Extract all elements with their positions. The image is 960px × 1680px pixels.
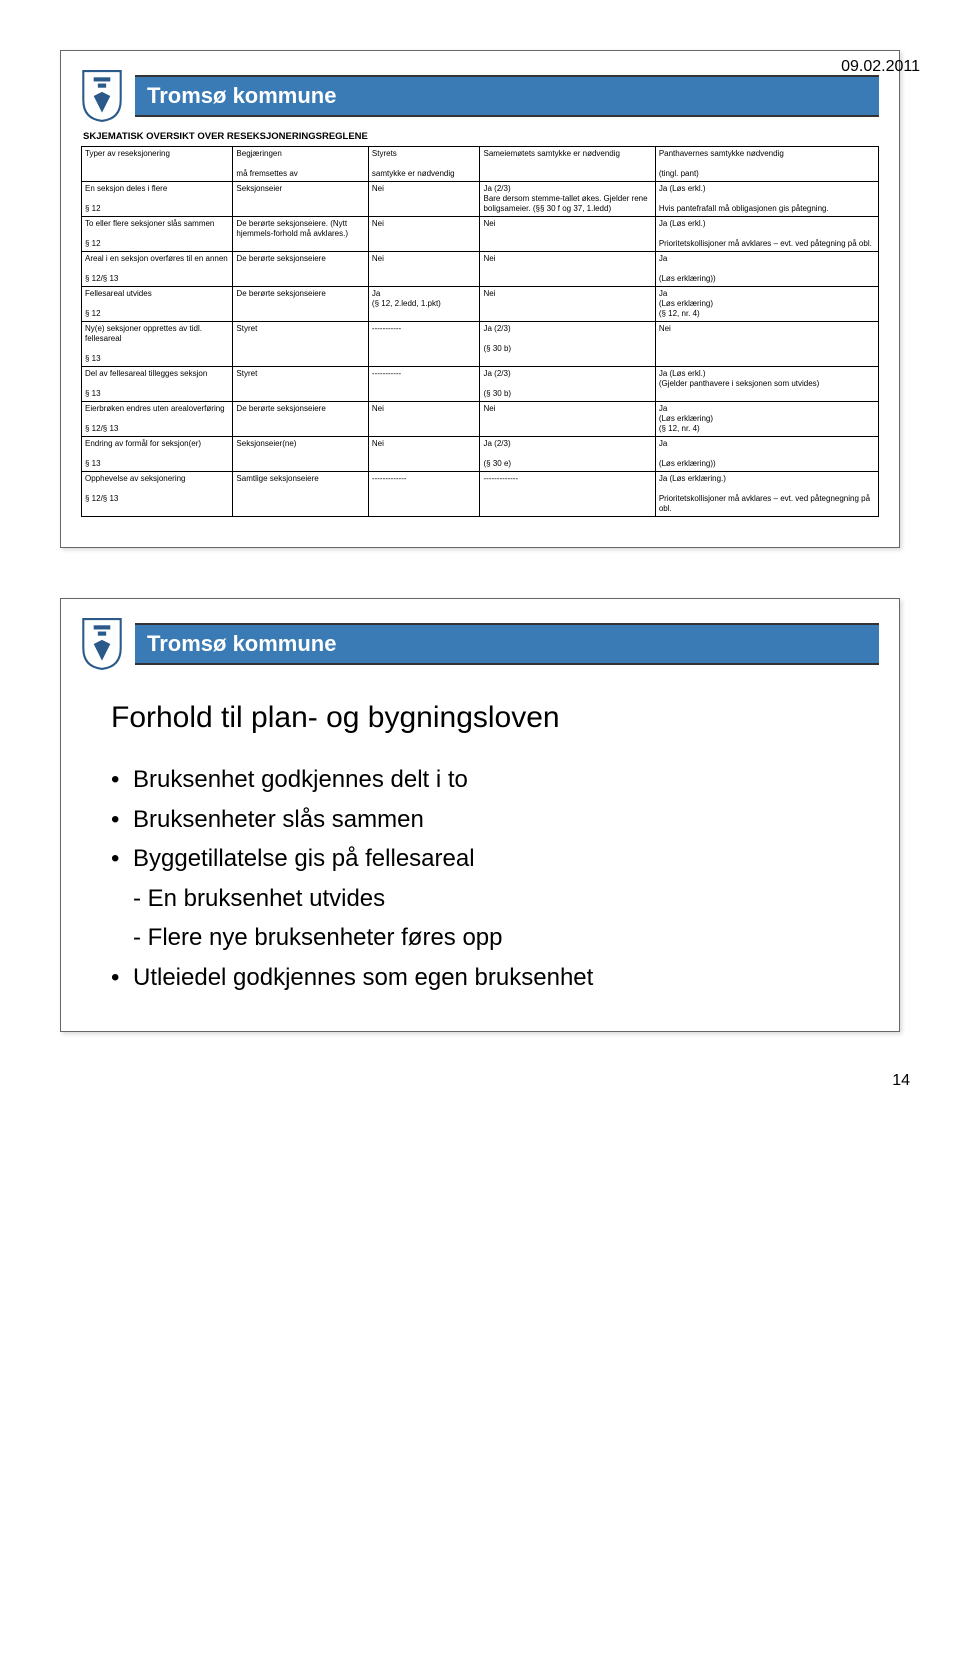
bullet-item: Utleiedel godkjennes som egen bruksenhet	[111, 961, 879, 995]
table-cell: Ja (Løs erkl.) Prioritetskollisjoner må …	[655, 217, 878, 252]
kommune-name: Tromsø kommune	[135, 75, 879, 117]
table-cell: Seksjonseier	[233, 182, 368, 217]
header-cell: Begjæringen må fremsettes av	[233, 147, 368, 182]
table-row: Ny(e) seksjoner opprettes av tidl. felle…	[82, 322, 879, 367]
shield-icon	[81, 617, 123, 671]
bullet-item: Bruksenheter slås sammen	[111, 803, 879, 837]
table-cell: Styret	[233, 322, 368, 367]
table-row: Areal i en seksjon overføres til en anne…	[82, 252, 879, 287]
table-cell: Nei	[480, 252, 655, 287]
table-cell: Nei	[368, 217, 480, 252]
bullet-item: Bruksenhet godkjennes delt i to	[111, 763, 879, 797]
table-cell: Nei	[655, 322, 878, 367]
table-row: Del av fellesareal tillegges seksjon § 1…	[82, 367, 879, 402]
table-cell: Nei	[368, 437, 480, 472]
header-cell: Typer av reseksjonering	[82, 147, 233, 182]
table-cell: Ja (Løs erkl.) Hvis pantefrafall må obli…	[655, 182, 878, 217]
page-number: 14	[0, 1072, 910, 1090]
table-cell: Nei	[368, 182, 480, 217]
reseksjon-table: Typer av reseksjonering Begjæringen må f…	[81, 146, 879, 517]
table-cell: Nei	[480, 217, 655, 252]
bullet-item: Byggetillatelse gis på fellesareal	[111, 842, 879, 876]
sub-item: - Flere nye bruksenheter føres opp	[133, 921, 879, 955]
kommune-name: Tromsø kommune	[135, 623, 879, 665]
table-cell: Nei	[480, 287, 655, 322]
table-cell: De berørte seksjonseiere	[233, 252, 368, 287]
bullet-list: Bruksenhet godkjennes delt i to Bruksenh…	[111, 763, 879, 876]
table-cell: Nei	[480, 402, 655, 437]
table-cell: -------------	[480, 472, 655, 517]
header-cell: Styrets samtykke er nødvendig	[368, 147, 480, 182]
slide2-title: Forhold til plan- og bygningsloven	[111, 701, 879, 735]
table-cell: Ja (2/3) (§ 30 b)	[480, 367, 655, 402]
table-cell: De berørte seksjonseiere	[233, 287, 368, 322]
table-cell: Endring av formål for seksjon(er) § 13	[82, 437, 233, 472]
table-cell: Ja (§ 12, 2.ledd, 1.pkt)	[368, 287, 480, 322]
table-cell: Fellesareal utvides § 12	[82, 287, 233, 322]
table-cell: Ja (Løs erklæring) (§ 12, nr. 4)	[655, 287, 878, 322]
table-row: To eller flere seksjoner slås sammen § 1…	[82, 217, 879, 252]
document-date: 09.02.2011	[841, 58, 920, 76]
table-cell: Ja (Løs erkl.) (Gjelder panthavere i sek…	[655, 367, 878, 402]
table-cell: De berørte seksjonseiere. (Nytt hjemmels…	[233, 217, 368, 252]
table-cell: Areal i en seksjon overføres til en anne…	[82, 252, 233, 287]
logo-bar: Tromsø kommune	[81, 617, 879, 671]
logo-bar: Tromsø kommune	[81, 69, 879, 123]
table-cell: Nei	[368, 252, 480, 287]
table-cell: To eller flere seksjoner slås sammen § 1…	[82, 217, 233, 252]
table-cell: En seksjon deles i flere § 12	[82, 182, 233, 217]
slide1-title: SKJEMATISK OVERSIKT OVER RESEKSJONERINGS…	[83, 131, 879, 142]
table-cell: Ja (2/3) (§ 30 e)	[480, 437, 655, 472]
table-cell: Opphevelse av seksjonering § 12/§ 13	[82, 472, 233, 517]
slide-1: Tromsø kommune SKJEMATISK OVERSIKT OVER …	[60, 50, 900, 548]
page: 09.02.2011 Tromsø kommune SKJEMATISK OVE…	[0, 50, 960, 1090]
table-row: Opphevelse av seksjonering § 12/§ 13Samt…	[82, 472, 879, 517]
table-row: Eierbrøken endres uten arealoverføring §…	[82, 402, 879, 437]
shield-icon	[81, 69, 123, 123]
table-cell: Ja (Løs erklæring))	[655, 252, 878, 287]
table-cell: Del av fellesareal tillegges seksjon § 1…	[82, 367, 233, 402]
bullet-list: Utleiedel godkjennes som egen bruksenhet	[111, 961, 879, 995]
header-cell: Sameiemøtets samtykke er nødvendig	[480, 147, 655, 182]
table-cell: Ja (2/3) Bare dersom stemme-tallet økes.…	[480, 182, 655, 217]
sub-item: - En bruksenhet utvides	[133, 882, 879, 916]
table-header-row: Typer av reseksjonering Begjæringen må f…	[82, 147, 879, 182]
slide-2: Tromsø kommune Forhold til plan- og bygn…	[60, 598, 900, 1032]
table-row: Endring av formål for seksjon(er) § 13Se…	[82, 437, 879, 472]
table-cell: Ja (Løs erklæring.) Prioritetskollisjone…	[655, 472, 878, 517]
table-cell: -------------	[368, 472, 480, 517]
table-cell: Seksjonseier(ne)	[233, 437, 368, 472]
table-cell: Ja (Løs erklæring))	[655, 437, 878, 472]
table-row: En seksjon deles i flere § 12Seksjonseie…	[82, 182, 879, 217]
table-row: Fellesareal utvides § 12De berørte seksj…	[82, 287, 879, 322]
table-cell: -----------	[368, 322, 480, 367]
table-cell: Styret	[233, 367, 368, 402]
table-cell: Samtlige seksjonseiere	[233, 472, 368, 517]
table-cell: -----------	[368, 367, 480, 402]
table-cell: Ja (2/3) (§ 30 b)	[480, 322, 655, 367]
table-cell: Ja (Løs erklæring) (§ 12, nr. 4)	[655, 402, 878, 437]
table-cell: De berørte seksjonseiere	[233, 402, 368, 437]
header-cell: Panthavernes samtykke nødvendig (tingl. …	[655, 147, 878, 182]
table-cell: Eierbrøken endres uten arealoverføring §…	[82, 402, 233, 437]
table-cell: Ny(e) seksjoner opprettes av tidl. felle…	[82, 322, 233, 367]
table-cell: Nei	[368, 402, 480, 437]
